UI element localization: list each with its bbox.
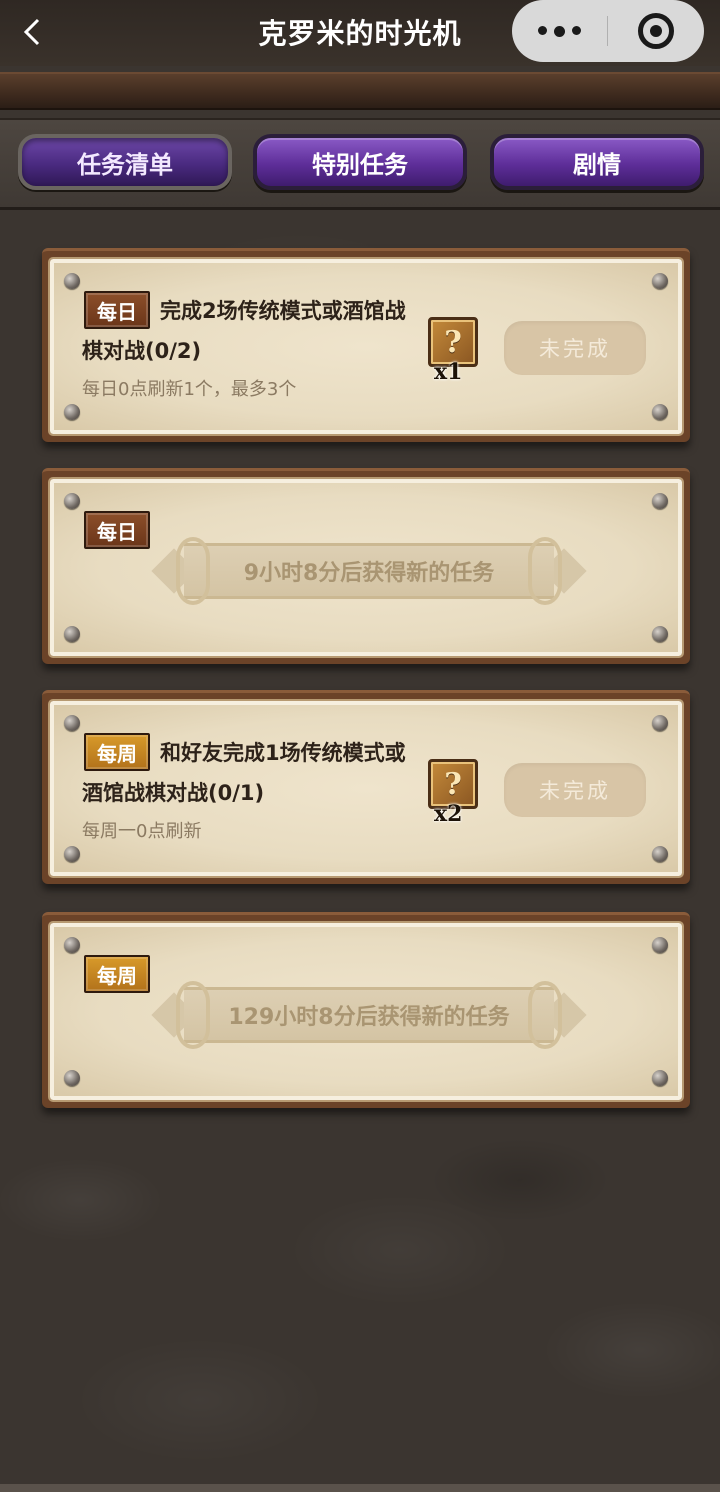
tab-story[interactable]: 剧情 bbox=[490, 134, 704, 190]
rivet bbox=[652, 1070, 668, 1086]
task-refresh-note: 每日0点刷新1个，最多3个 bbox=[82, 379, 297, 400]
rivet bbox=[64, 1070, 80, 1086]
rivet bbox=[64, 715, 80, 731]
mini-program-capsule bbox=[512, 0, 704, 62]
reward-count: x2 bbox=[434, 801, 463, 827]
rivet bbox=[652, 846, 668, 862]
decorative-beam bbox=[0, 72, 720, 110]
countdown-banner: 129小时8分后获得新的任务 bbox=[151, 979, 587, 1051]
rivet bbox=[64, 273, 80, 289]
rivet bbox=[64, 846, 80, 862]
status-button[interactable]: 未完成 bbox=[504, 321, 646, 375]
countdown-text: 9小时8分后获得新的任务 bbox=[243, 561, 495, 586]
pending-card-weekly: 每周 129小时8分后获得新的任务 bbox=[42, 912, 690, 1108]
more-button[interactable] bbox=[512, 0, 607, 62]
close-button[interactable] bbox=[608, 0, 703, 62]
task-refresh-note: 每周一0点刷新 bbox=[82, 821, 202, 842]
top-bar: 克罗米的时光机 bbox=[0, 0, 720, 66]
weekly-badge: 每周 bbox=[84, 733, 150, 771]
target-icon bbox=[637, 13, 674, 49]
task-card-weekly: 和好友完成1场传统模式或酒馆战棋对战(0/1) 每周 每周一0点刷新 ? x2 … bbox=[42, 690, 690, 884]
weekly-badge: 每周 bbox=[84, 955, 150, 993]
rivet bbox=[64, 937, 80, 953]
rivet bbox=[652, 626, 668, 642]
pending-card-daily: 每日 9小时8分后获得新的任务 bbox=[42, 468, 690, 664]
rivet bbox=[652, 273, 668, 289]
rivet bbox=[64, 626, 80, 642]
bottom-edge bbox=[0, 1484, 720, 1492]
countdown-text: 129小时8分后获得新的任务 bbox=[228, 1005, 510, 1030]
status-button[interactable]: 未完成 bbox=[504, 763, 646, 817]
tab-task-list[interactable]: 任务清单 bbox=[18, 134, 232, 190]
reward-count: x1 bbox=[434, 359, 463, 385]
tab-special-tasks[interactable]: 特别任务 bbox=[253, 134, 467, 190]
more-dots-icon bbox=[538, 25, 581, 37]
rivet bbox=[64, 404, 80, 420]
rivet bbox=[652, 493, 668, 509]
daily-badge: 每日 bbox=[84, 511, 150, 549]
rivet bbox=[652, 404, 668, 420]
task-card-daily: 完成2场传统模式或酒馆战棋对战(0/2) 每日 每日0点刷新1个，最多3个 ? … bbox=[42, 248, 690, 442]
rivet bbox=[652, 715, 668, 731]
daily-badge: 每日 bbox=[84, 291, 150, 329]
countdown-banner: 9小时8分后获得新的任务 bbox=[151, 535, 587, 607]
rivet bbox=[652, 937, 668, 953]
rivet bbox=[64, 493, 80, 509]
